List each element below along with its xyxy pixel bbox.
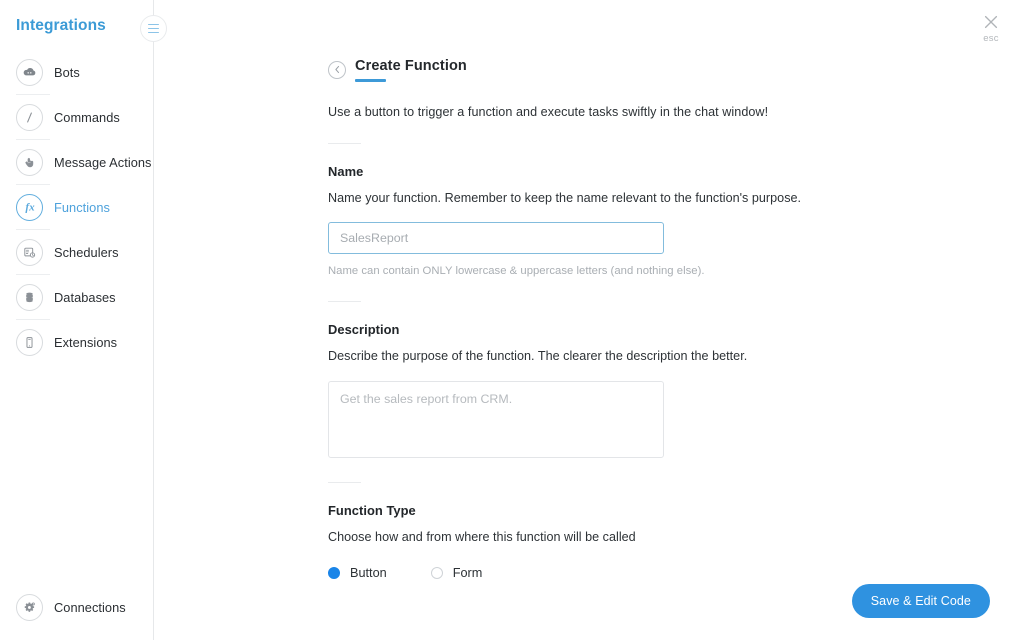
close-x-icon [981, 12, 1001, 32]
function-type-title: Function Type [328, 503, 416, 518]
sidebar-item-extensions[interactable]: Extensions [0, 320, 153, 364]
radio-dot-icon [328, 567, 340, 579]
radio-option-button[interactable]: Button [328, 566, 387, 580]
form-container: Create Function Use a button to trigger … [154, 0, 1024, 580]
sidebar-item-connections[interactable]: Connections [0, 585, 153, 629]
sidebar-item-bots[interactable]: Bots [0, 50, 153, 94]
page-header: Create Function [328, 57, 1024, 82]
section-divider [328, 143, 361, 144]
sidebar-item-schedulers[interactable]: Schedulers [0, 230, 153, 274]
section-divider [328, 482, 361, 483]
pointer-hand-icon [16, 148, 43, 176]
sidebar-item-label: Functions [54, 199, 110, 215]
save-and-edit-code-button[interactable]: Save & Edit Code [851, 584, 990, 618]
sidebar-item-label: Connections [54, 599, 126, 615]
sidebar-item-message-actions[interactable]: Message Actions [0, 140, 153, 184]
calendar-clock-icon [16, 238, 43, 266]
function-type-section: Function Type Choose how and from where … [328, 503, 1024, 580]
function-type-radio-group: Button Form [328, 566, 1024, 580]
main-content: esc Create Function Use a button to trig… [154, 0, 1024, 640]
page-subtitle: Use a button to trigger a function and e… [328, 105, 769, 119]
sidebar-nav: Bots Commands Message Actions fx Functio… [0, 50, 153, 364]
hamburger-menu-icon[interactable] [140, 15, 167, 42]
sidebar-item-label: Bots [54, 64, 80, 80]
name-section-title: Name [328, 164, 364, 179]
title-underline [355, 79, 386, 82]
sidebar: Integrations Bots Commands Message Actio… [0, 0, 167, 640]
hamburger-line [148, 27, 159, 30]
radio-label: Form [452, 566, 483, 580]
sidebar-item-label: Message Actions [54, 154, 152, 170]
cloud-bot-icon [16, 58, 43, 86]
description-section-description: Describe the purpose of the function. Th… [328, 349, 748, 363]
page-title-wrapper: Create Function [355, 57, 467, 82]
sidebar-item-functions[interactable]: fx Functions [0, 185, 153, 229]
slash-command-icon [16, 103, 43, 131]
close-button[interactable]: esc [975, 12, 1007, 44]
fx-function-icon: fx [16, 193, 43, 221]
sidebar-item-label: Commands [54, 109, 120, 125]
section-divider [328, 301, 361, 302]
radio-dot-icon [430, 567, 443, 579]
sidebar-bottom-nav: Connections [0, 585, 153, 640]
name-input-hint: Name can contain ONLY lowercase & upperc… [328, 265, 705, 277]
function-name-input[interactable] [328, 222, 664, 254]
description-section-title: Description [328, 322, 400, 337]
function-type-description: Choose how and from where this function … [328, 530, 636, 544]
close-esc-label: esc [983, 33, 999, 44]
page-title: Create Function [355, 58, 467, 74]
sidebar-item-commands[interactable]: Commands [0, 95, 153, 139]
radio-option-form[interactable]: Form [430, 566, 483, 580]
function-description-textarea[interactable] [328, 381, 664, 458]
gear-connections-icon [16, 593, 43, 621]
mobile-device-icon [16, 328, 43, 356]
chevron-left-icon[interactable] [328, 60, 346, 79]
database-stack-icon [16, 283, 43, 311]
integrations-function-editor: Integrations Bots Commands Message Actio… [0, 0, 1024, 640]
name-section-description: Name your function. Remember to keep the… [328, 191, 802, 205]
radio-label: Button [350, 566, 387, 580]
svg-text:fx: fx [25, 202, 35, 214]
sidebar-item-databases[interactable]: Databases [0, 275, 153, 319]
sidebar-item-label: Databases [54, 289, 116, 305]
sidebar-item-label: Extensions [54, 334, 118, 350]
sidebar-item-label: Schedulers [54, 244, 119, 260]
hamburger-line [148, 23, 159, 26]
description-section: Description Describe the purpose of the … [328, 322, 1024, 458]
hamburger-line [148, 31, 159, 34]
name-section: Name Name your function. Remember to kee… [328, 164, 1024, 277]
sidebar-title: Integrations [16, 17, 106, 34]
